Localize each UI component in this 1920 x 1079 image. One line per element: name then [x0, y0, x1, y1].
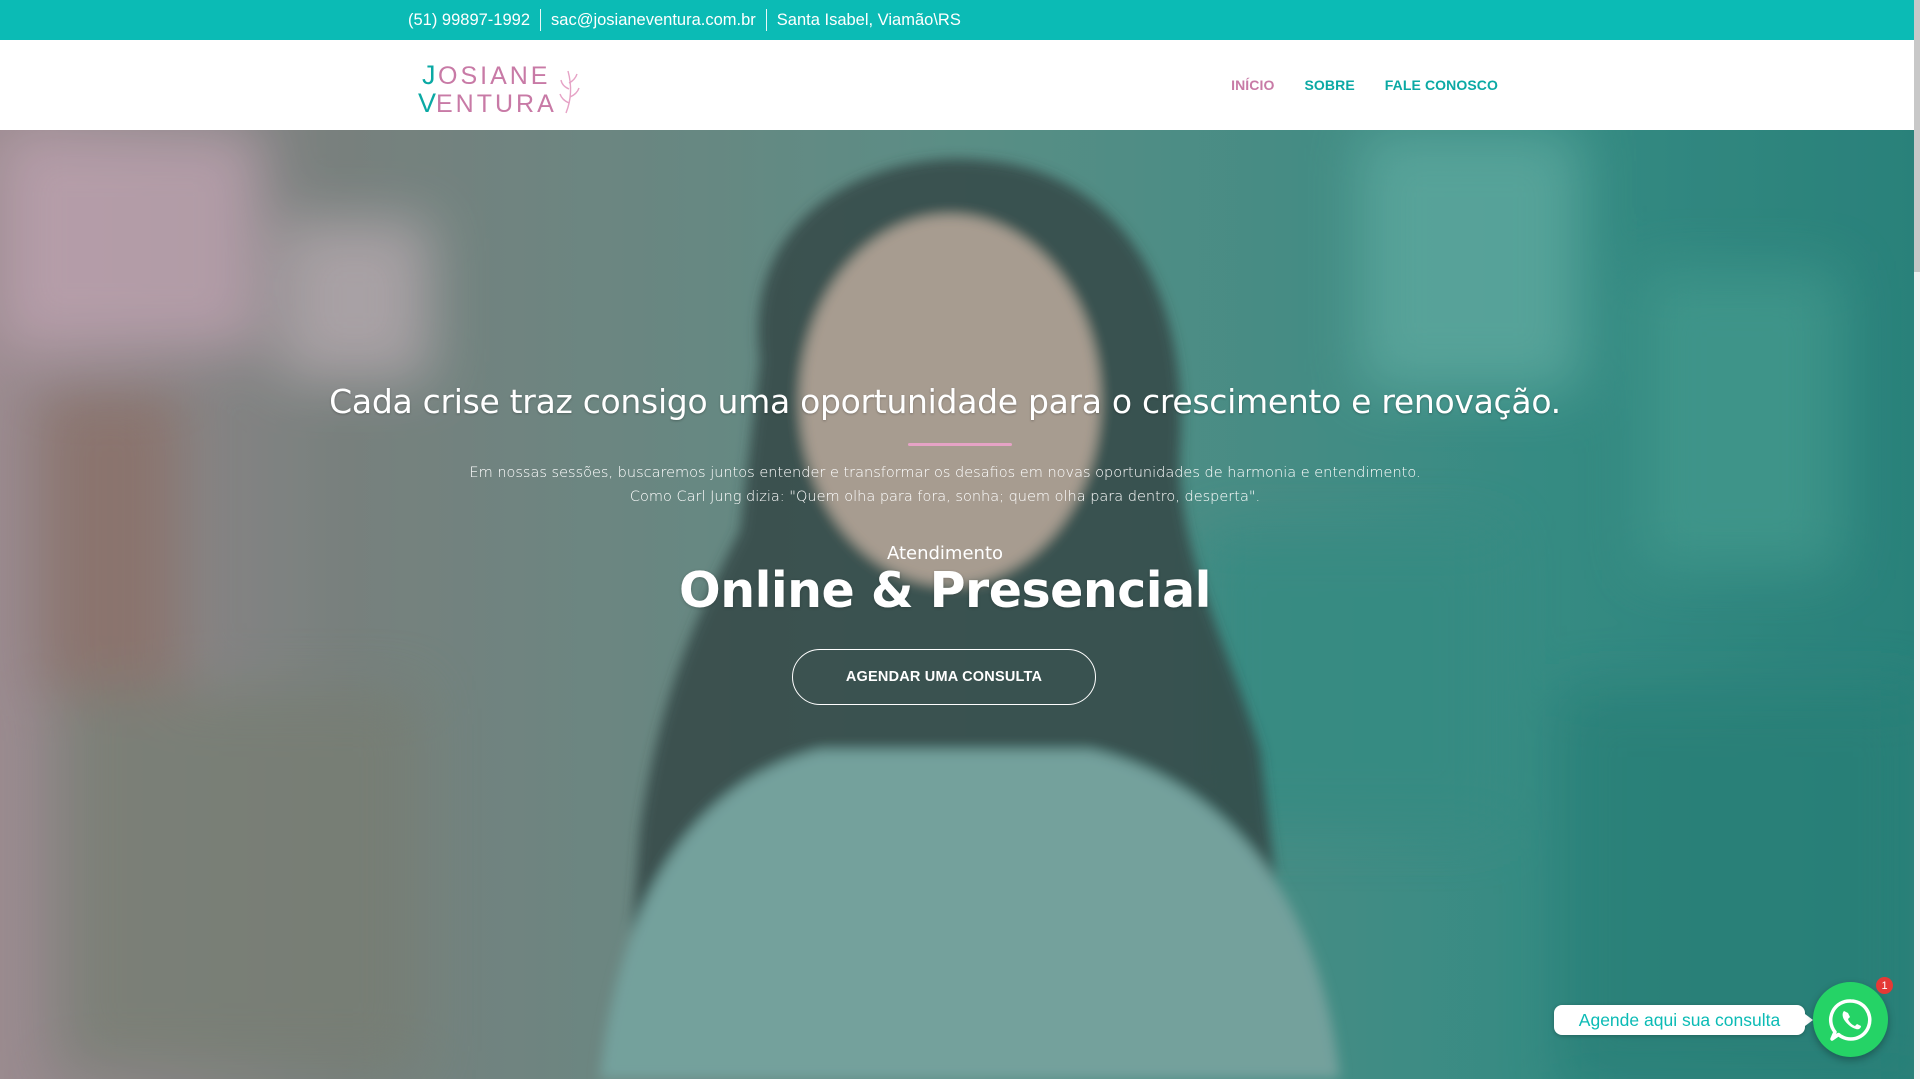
nav-inicio[interactable]: INÍCIO: [1231, 77, 1274, 93]
whatsapp-icon: [1828, 998, 1871, 1041]
logo-initial-j: J: [422, 60, 436, 90]
headline-divider: [908, 443, 1012, 446]
scrollbar-thumb[interactable]: [1914, 0, 1920, 272]
logo-line1: OSIANE: [438, 62, 550, 90]
logo-line2: ENTURA: [436, 90, 557, 115]
schedule-consultation-button[interactable]: AGENDAR UMA CONSULTA: [792, 649, 1096, 705]
location-text: Santa Isabel, Viamão\RS: [776, 11, 961, 29]
page-scrollbar[interactable]: [1914, 0, 1920, 1079]
whatsapp-cta-label[interactable]: Agende aqui sua consulta: [1554, 1005, 1813, 1035]
whatsapp-button[interactable]: [1813, 982, 1888, 1057]
site-logo[interactable]: J OSIANE V ENTURA: [418, 57, 583, 115]
divider: [540, 9, 542, 31]
divider: [765, 9, 767, 31]
main-nav: INÍCIO SOBRE FALE CONOSCO: [1231, 40, 1498, 130]
hero-section: Cada crise traz consigo uma oportunidade…: [0, 130, 1914, 1079]
hero-headline: Cada crise traz consigo uma oportunidade…: [329, 382, 1561, 421]
logo-initial-v: V: [418, 88, 436, 115]
hero-subtitle: Atendimento: [886, 543, 1004, 564]
nav-sobre[interactable]: SOBRE: [1304, 77, 1354, 93]
leaf-icon: [559, 70, 580, 114]
notification-badge: 1: [1876, 977, 1893, 994]
paragraph-line-2: Como Carl Jung dizia: "Quem olha para fo…: [629, 489, 1261, 505]
email-link[interactable]: sac@josianeventura.com.br: [541, 9, 766, 31]
hero-title: Online & Presencial: [679, 562, 1211, 619]
phone-link[interactable]: (51) 99897-1992: [408, 9, 540, 31]
paragraph-line-1: Em nossas sessões, buscaremos juntos ent…: [469, 465, 1421, 481]
top-contact-bar: (51) 99897-1992 sac@josianeventura.com.b…: [0, 0, 1914, 40]
nav-fale-conosco[interactable]: FALE CONOSCO: [1385, 77, 1498, 93]
site-header: J OSIANE V ENTURA INÍCIO SOBRE FALE CONO…: [0, 40, 1914, 130]
hero-paragraph: Em nossas sessões, buscaremos juntos ent…: [0, 461, 1890, 509]
